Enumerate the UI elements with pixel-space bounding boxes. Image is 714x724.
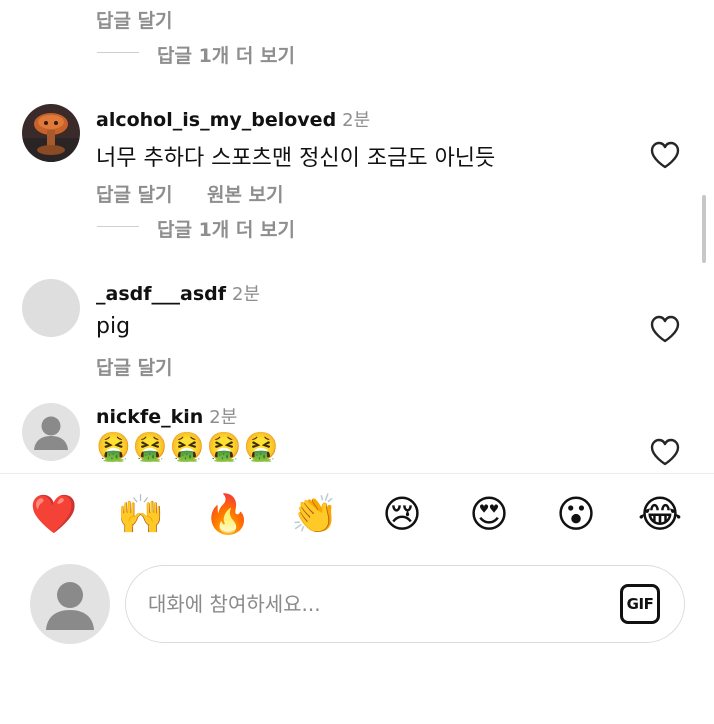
emoji-raising-hands-button[interactable]: 🙌 xyxy=(117,490,165,538)
comment-text: 🤮🤮🤮🤮🤮 xyxy=(96,430,281,463)
emoji-reaction-bar: ❤️ 🙌 🔥 👏 😢 😍 😮 😂 xyxy=(0,490,714,540)
timestamp: 2분 xyxy=(342,110,371,131)
reply-button[interactable]: 답글 달기 xyxy=(96,180,173,207)
default-avatar-icon xyxy=(46,582,94,630)
username[interactable]: nickfe_kin xyxy=(96,406,203,428)
avatar-image xyxy=(22,104,80,162)
view-more-replies-button[interactable]: 답글 1개 더 보기 xyxy=(157,41,295,68)
emoji-crying-button[interactable]: 😢 xyxy=(378,490,426,538)
username[interactable]: _asdf___asdf xyxy=(96,283,226,305)
avatar[interactable] xyxy=(22,104,80,162)
view-more-replies-button[interactable]: 답글 1개 더 보기 xyxy=(157,215,295,242)
comment-header: nickfe_kin 2분 xyxy=(96,403,237,429)
view-original-button[interactable]: 원본 보기 xyxy=(207,180,284,207)
timestamp: 2분 xyxy=(209,407,238,428)
emoji-laughing-button[interactable]: 😂 xyxy=(636,490,684,538)
current-user-avatar xyxy=(30,564,110,644)
divider-line xyxy=(97,52,139,53)
divider-line xyxy=(97,226,139,227)
avatar[interactable] xyxy=(22,403,80,461)
default-avatar-icon xyxy=(34,416,68,450)
like-heart-icon[interactable] xyxy=(650,438,680,466)
comment-header: _asdf___asdf 2분 xyxy=(96,280,260,306)
avatar[interactable] xyxy=(22,279,80,337)
comment-input[interactable] xyxy=(148,586,588,622)
gif-button[interactable]: GIF xyxy=(620,584,660,624)
username[interactable]: alcohol_is_my_beloved xyxy=(96,109,336,131)
like-heart-icon[interactable] xyxy=(650,141,680,169)
comment-text: 너무 추하다 스포츠맨 정신이 조금도 아닌듯 xyxy=(96,146,496,171)
like-heart-icon[interactable] xyxy=(650,315,680,343)
emoji-surprised-button[interactable]: 😮 xyxy=(552,490,600,538)
scrollbar[interactable] xyxy=(702,195,706,263)
comment-text: pig xyxy=(96,314,131,339)
reply-button[interactable]: 답글 달기 xyxy=(96,6,173,33)
timestamp: 2분 xyxy=(232,284,261,305)
emoji-fire-button[interactable]: 🔥 xyxy=(204,490,252,538)
emoji-clapping-button[interactable]: 👏 xyxy=(291,490,339,538)
reply-button[interactable]: 답글 달기 xyxy=(96,353,173,380)
comment-composer: GIF xyxy=(125,565,685,643)
emoji-heart-eyes-button[interactable]: 😍 xyxy=(465,490,513,538)
emoji-heart-button[interactable]: ❤️ xyxy=(30,490,78,538)
comment-header: alcohol_is_my_beloved 2분 xyxy=(96,106,370,132)
divider xyxy=(0,473,714,474)
